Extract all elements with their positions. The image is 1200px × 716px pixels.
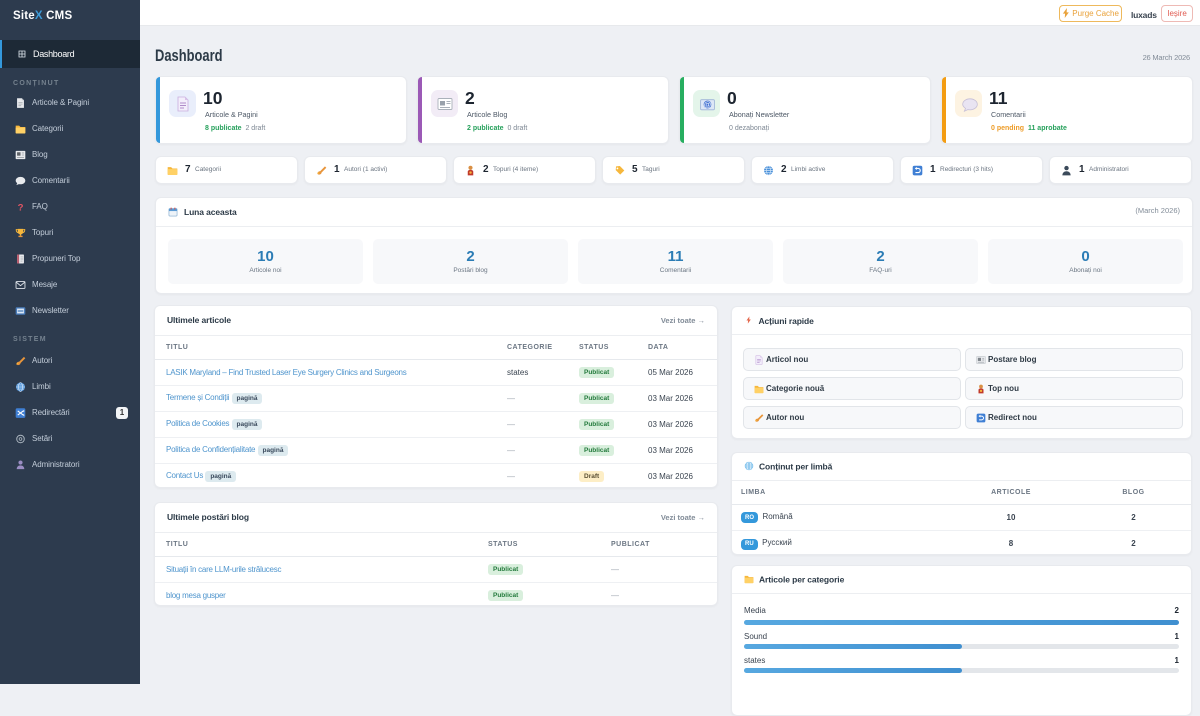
svg-text:@: @ (703, 100, 711, 109)
svg-text:?: ? (18, 202, 24, 212)
